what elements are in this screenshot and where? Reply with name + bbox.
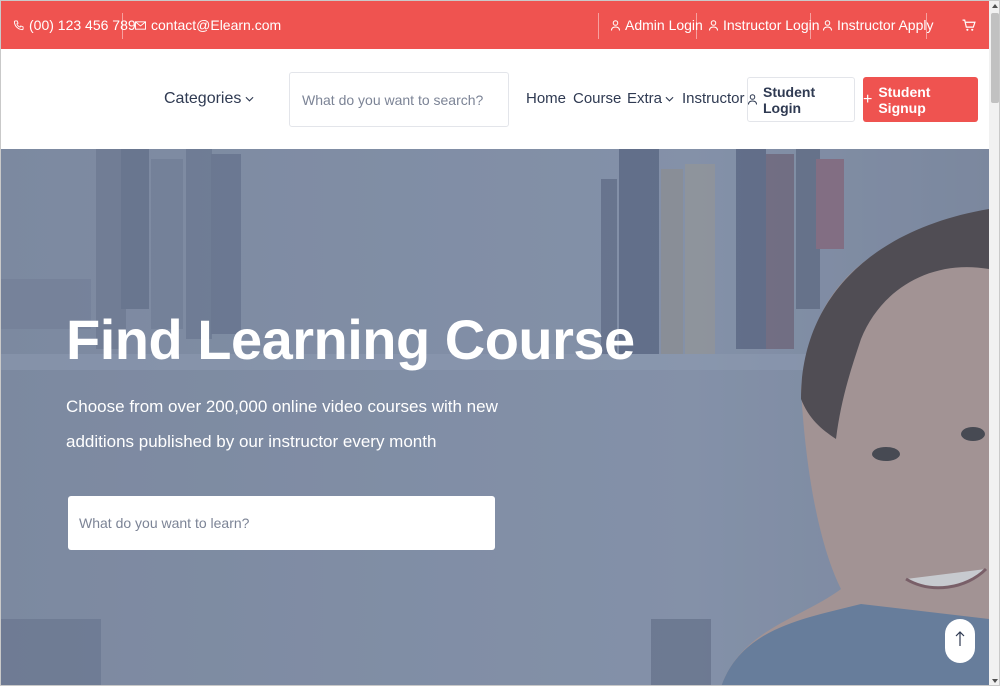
instructor-apply-link[interactable]: Instructor Apply — [823, 1, 934, 49]
hero-subtitle: Choose from over 200,000 online video co… — [66, 397, 498, 451]
search-input[interactable] — [289, 72, 509, 127]
chevron-down-icon — [245, 96, 254, 102]
student-signup-label: Student Signup — [878, 83, 931, 116]
user-icon — [823, 19, 832, 31]
cart-button[interactable] — [962, 1, 981, 49]
nav-instructor-label: Instructor — [682, 90, 745, 107]
student-signup-button[interactable]: + Student Signup — [863, 77, 978, 122]
user-icon — [748, 94, 757, 105]
scroll-down-arrow-icon[interactable] — [992, 679, 998, 683]
top-bar: (00) 123 456 789 contact@Elearn.com Admi… — [1, 1, 989, 49]
scroll-to-top-button[interactable] — [945, 619, 975, 663]
scroll-up-arrow-icon[interactable] — [992, 4, 998, 8]
divider — [810, 13, 811, 39]
nav-course[interactable]: Course — [573, 90, 621, 107]
phone-text: (00) 123 456 789 — [29, 17, 136, 33]
instructor-login-link[interactable]: Instructor Login — [709, 1, 820, 49]
user-icon — [611, 19, 620, 31]
instructor-apply-label: Instructor Apply — [837, 17, 934, 33]
admin-login-link[interactable]: Admin Login — [611, 1, 703, 49]
nav-extra-dropdown[interactable]: Extra — [627, 90, 674, 107]
chevron-down-icon — [665, 96, 674, 102]
email-link[interactable]: contact@Elearn.com — [135, 1, 281, 49]
nav-extra-label: Extra — [627, 90, 663, 107]
categories-dropdown[interactable]: Categories — [164, 90, 254, 108]
browser-viewport: (00) 123 456 789 contact@Elearn.com Admi… — [0, 0, 1000, 686]
user-icon — [709, 19, 718, 31]
hero-title: Find Learning Course — [66, 308, 635, 371]
scrollbar-thumb[interactable] — [991, 13, 999, 103]
plus-icon: + — [863, 90, 873, 108]
divider — [926, 13, 927, 39]
nav-home-label: Home — [526, 90, 567, 107]
hero-section: Find Learning Course Choose from over 20… — [1, 149, 989, 685]
nav-course-label: Course — [573, 90, 622, 107]
arrow-up-icon — [955, 630, 965, 652]
nav-home[interactable]: Home — [526, 90, 566, 107]
admin-login-label: Admin Login — [625, 17, 703, 33]
phone-icon — [13, 19, 24, 31]
student-login-label: Student Login — [763, 83, 816, 116]
divider — [598, 13, 599, 39]
course-search-input[interactable] — [68, 496, 495, 550]
student-login-button[interactable]: Student Login — [747, 77, 855, 122]
page-scrollbar[interactable] — [989, 1, 999, 685]
categories-label: Categories — [164, 90, 242, 107]
main-navbar: Categories Home Course Extra Instructor … — [1, 49, 989, 149]
divider — [122, 13, 123, 39]
email-text: contact@Elearn.com — [151, 17, 282, 33]
nav-instructor[interactable]: Instructor — [682, 90, 745, 107]
phone-link[interactable]: (00) 123 456 789 — [13, 1, 136, 49]
mail-icon — [135, 20, 146, 30]
cart-icon — [962, 19, 976, 32]
instructor-login-label: Instructor Login — [723, 17, 820, 33]
divider — [696, 13, 697, 39]
